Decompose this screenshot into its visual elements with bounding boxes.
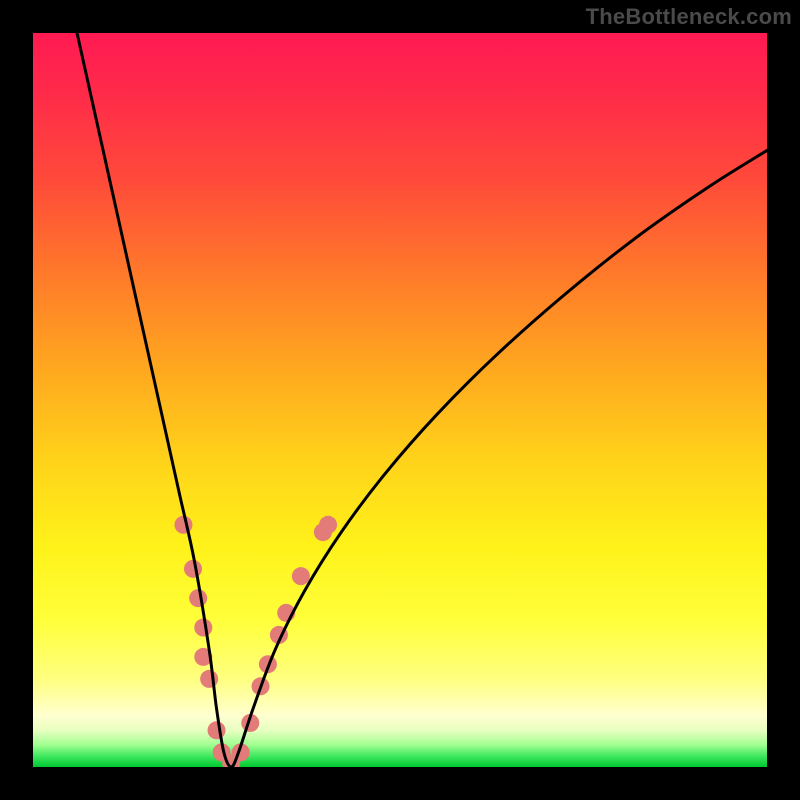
chart-svg [33,33,767,767]
plot-area [33,33,767,767]
marker-point [292,567,310,585]
marker-point [184,560,202,578]
marker-point [189,589,207,607]
marker-point [200,670,218,688]
marker-point [208,721,226,739]
chart-frame: TheBottleneck.com [0,0,800,800]
watermark-text: TheBottleneck.com [586,4,792,30]
marker-group [174,516,337,767]
marker-point [174,516,192,534]
bottleneck-curve [77,33,767,767]
marker-point [319,516,337,534]
